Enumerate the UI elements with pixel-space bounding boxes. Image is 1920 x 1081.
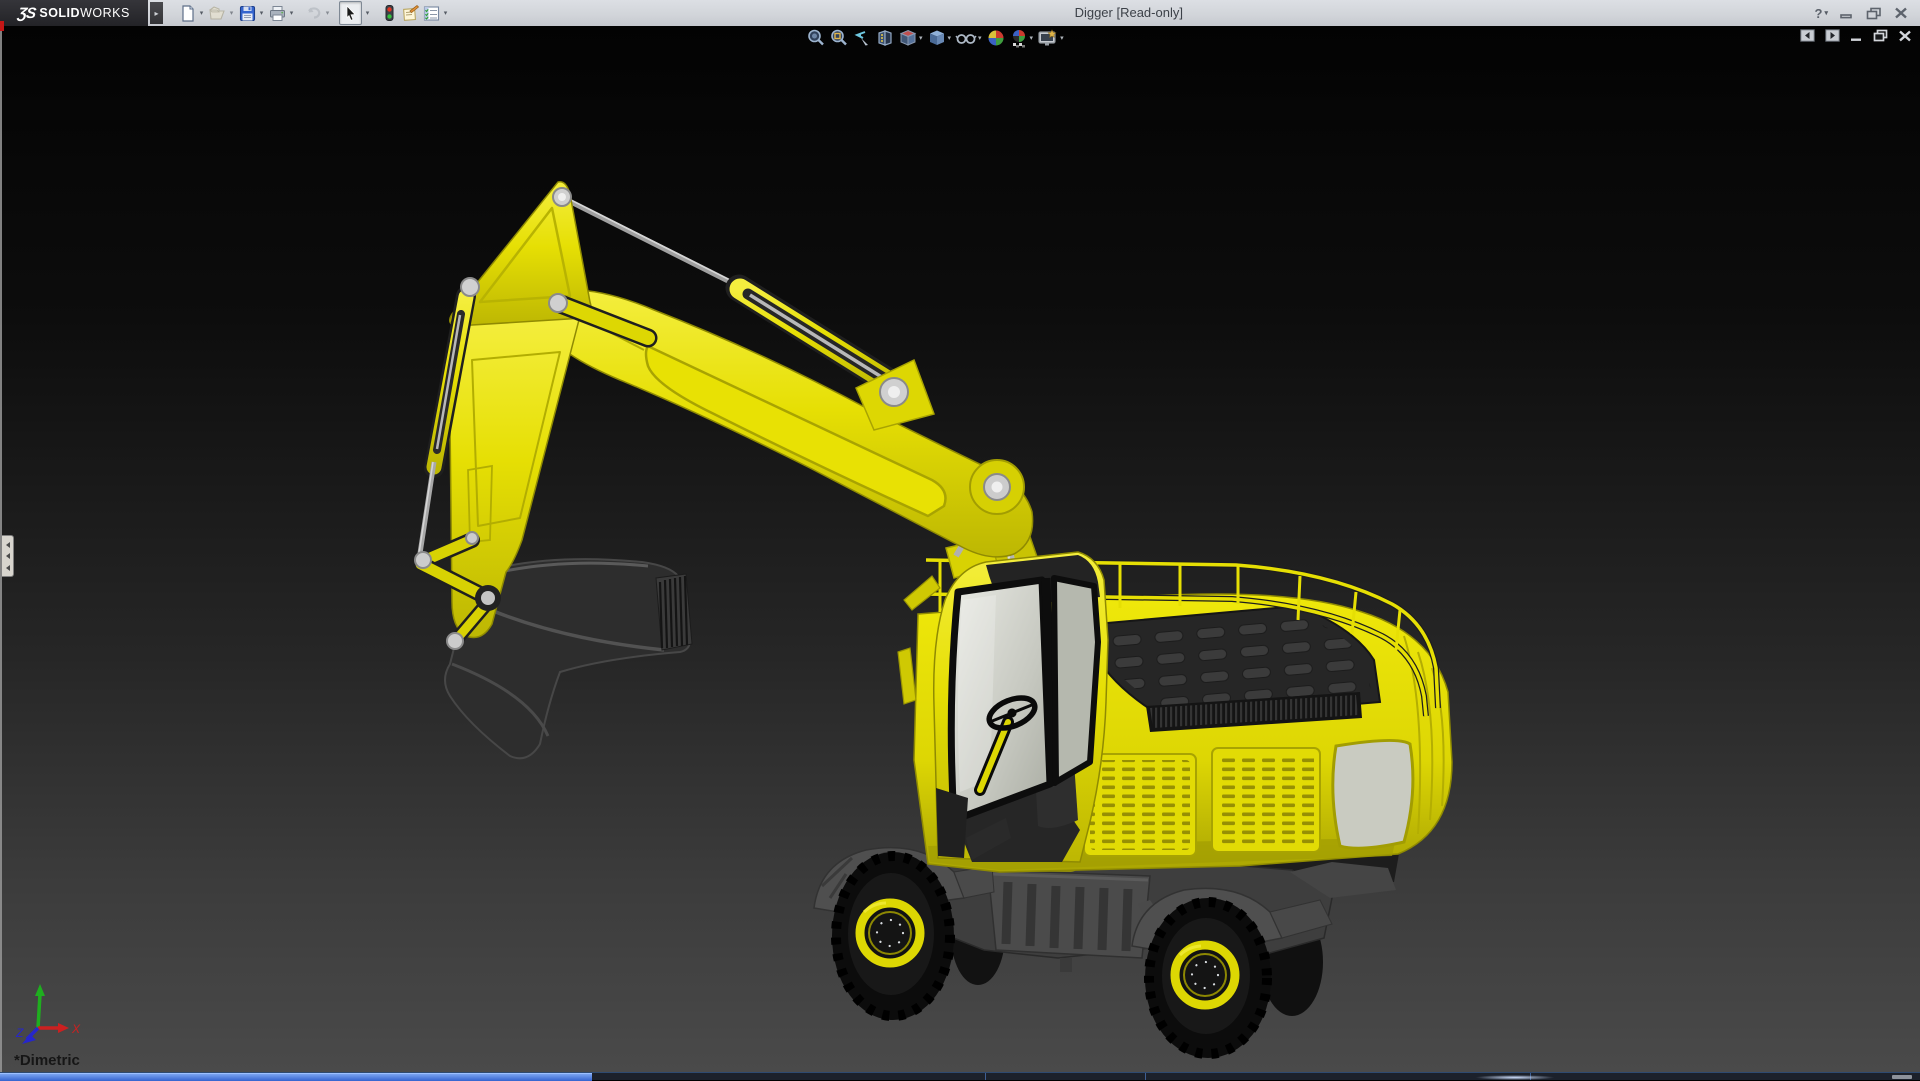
reference-triad: X Z [15,984,81,1044]
minimize-button[interactable] [1840,7,1854,19]
collapse-arrow-icon [6,553,10,559]
help-dropdown[interactable]: ▾ [1824,9,1828,17]
side-window [1054,578,1098,782]
taskbar-button[interactable] [985,1073,1146,1080]
doc-restore-button[interactable] [1873,29,1888,42]
brand-text: SOLIDWORKS [39,6,129,20]
collapse-arrow-icon [6,565,10,571]
open-button[interactable]: ▾ [207,2,237,24]
expand-left-pane-button[interactable] [1800,29,1815,42]
open-folder-icon [208,4,227,23]
ds-logo-icon: ƷS [17,5,37,22]
solidworks-logo: ƷS SOLIDWORKS [0,0,148,26]
print-button[interactable]: ▾ [267,2,297,24]
triad-x-label: X [71,1022,81,1036]
doc-close-button[interactable] [1898,30,1912,42]
left-edge-red-notch [0,21,4,31]
save-dropdown[interactable]: ▾ [257,9,266,17]
section-view-icon [875,28,895,48]
section-view-button[interactable] [875,28,895,48]
window-title: Digger [Read-only] [451,0,1807,26]
cab-lower-corner [936,788,968,858]
new-document-icon [178,4,197,23]
taskbar-highlight [1475,1075,1555,1080]
view-settings-dropdown[interactable]: ▾ [1060,34,1064,42]
design-binder-button[interactable] [400,2,421,24]
new-dropdown[interactable]: ▾ [197,9,206,17]
previous-view-icon [852,28,872,48]
panel-splitter-handle[interactable] [2,535,14,577]
note-pencil-icon [401,4,420,23]
options-dropdown[interactable]: ▾ [441,9,450,17]
zoom-to-fit-button[interactable] [806,28,826,48]
view-settings-button[interactable]: ▾ [1037,28,1065,48]
triad-z-label: Z [15,1026,24,1040]
edit-appearance-button[interactable] [986,28,1006,48]
view-orientation-button[interactable]: ▾ [898,28,924,48]
title-bar: ƷS SOLIDWORKS ▸ ▾ ▾ [0,0,1920,26]
hide-show-items-button[interactable]: ▾ [955,28,983,48]
system-tray-stub[interactable] [1892,1075,1912,1079]
eyeglasses-icon [955,28,977,48]
appearance-ball-icon [986,28,1006,48]
undo-button[interactable]: ▾ [303,2,333,24]
new-document-button[interactable]: ▾ [177,2,207,24]
hide-show-dropdown[interactable]: ▾ [978,34,982,42]
traffic-light-icon [380,4,399,23]
front-wheel [832,852,954,1020]
main-toolbar: ▾ ▾ ▾ [177,1,451,25]
zoom-to-fit-icon [806,28,826,48]
save-button[interactable]: ▾ [237,2,267,24]
apply-scene-button[interactable]: ▾ [1009,28,1035,48]
open-dropdown[interactable]: ▾ [227,9,236,17]
app-window-controls: ? ▾ [1815,6,1908,21]
save-floppy-icon [238,4,257,23]
apply-scene-dropdown[interactable]: ▾ [1030,34,1034,42]
rear-window [1333,740,1413,848]
apply-scene-icon [1009,28,1029,48]
select-tool-button[interactable] [339,1,362,25]
help-button[interactable]: ? ▾ [1815,6,1828,21]
restore-button[interactable] [1866,7,1882,20]
close-button[interactable] [1894,7,1908,19]
undo-arrow-icon [304,4,323,23]
display-style-button[interactable]: ▾ [927,28,953,48]
cab-pillar [1046,578,1052,786]
display-style-dropdown[interactable]: ▾ [948,34,952,42]
view-settings-icon [1037,28,1059,48]
doc-minimize-button[interactable] [1850,30,1863,42]
select-tool-dropdown-button[interactable]: ▾ [362,2,373,24]
zoom-to-area-icon [829,28,849,48]
undo-dropdown[interactable]: ▾ [323,9,332,17]
checklist-icon [422,4,441,23]
taskbar-button[interactable] [1145,1073,1531,1080]
heads-up-view-toolbar: ▾ ▾ ▾ [806,28,1065,48]
taskbar-sliver [0,1072,1920,1080]
help-icon: ? [1815,6,1823,21]
view-orientation-dropdown[interactable]: ▾ [919,34,923,42]
display-style-icon [927,28,947,48]
select-cursor-icon [341,4,360,23]
3d-viewport[interactable]: X Z [0,26,1920,1074]
expand-right-pane-button[interactable] [1825,29,1840,42]
print-dropdown[interactable]: ▾ [287,9,296,17]
zoom-to-area-button[interactable] [829,28,849,48]
excavator-model[interactable] [415,182,1452,1058]
rear-wheel [1145,898,1271,1058]
view-orientation-label: *Dimetric [14,1052,80,1069]
graphics-area[interactable]: X Z [0,26,1920,1074]
view-orientation-icon [898,28,918,48]
rebuild-button[interactable] [379,2,400,24]
previous-view-button[interactable] [852,28,872,48]
select-dropdown[interactable]: ▾ [363,9,372,17]
collapse-arrow-icon [6,542,10,548]
taskbar-button[interactable] [1530,1073,1871,1080]
options-button[interactable]: ▾ [421,2,451,24]
document-window-controls [1800,29,1912,42]
menu-expand-arrow[interactable]: ▸ [150,2,163,24]
cab-mirror [898,648,916,704]
printer-icon [268,4,287,23]
